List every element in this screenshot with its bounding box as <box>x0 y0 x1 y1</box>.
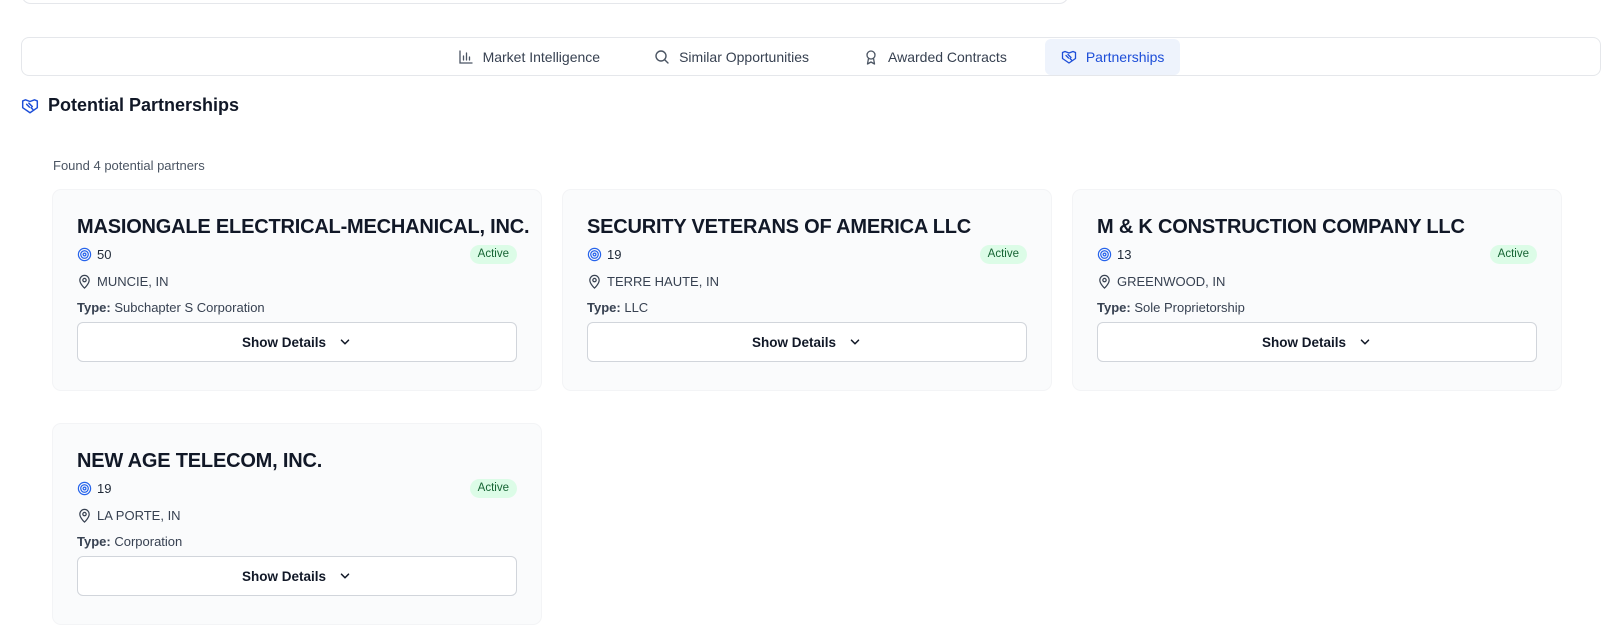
partner-card: NEW AGE TELECOM, INC. 19 Active LA PORTE… <box>53 424 541 624</box>
target-icon <box>77 247 92 261</box>
partner-name: MASIONGALE ELECTRICAL-MECHANICAL, INC. <box>77 216 530 238</box>
type-label: Type: <box>587 300 621 315</box>
map-pin-icon <box>589 274 600 289</box>
partner-type: Type: LLC <box>587 298 1027 318</box>
award-icon <box>866 49 876 65</box>
match-score: 19 <box>587 247 621 262</box>
score-value: 19 <box>97 480 112 496</box>
button-label: Show Details <box>241 334 327 350</box>
previous-panel-edge <box>21 0 1069 4</box>
show-details-button[interactable]: Show Details <box>587 322 1027 362</box>
status-badge: Active <box>1489 244 1537 264</box>
tab-label: Similar Opportunities <box>679 48 810 65</box>
type-label: Type: <box>77 300 111 315</box>
location-text: MUNCIE, IN <box>97 273 169 289</box>
target-icon <box>1097 247 1112 261</box>
tab-bar: Market Intelligence Similar Opportunitie… <box>21 37 1601 76</box>
bar-chart-icon <box>458 49 473 64</box>
results-count: Found 4 potential partners <box>53 158 205 173</box>
status-badge: Active <box>979 244 1027 264</box>
match-score: 13 <box>1097 247 1131 262</box>
location-text: LA PORTE, IN <box>97 507 181 523</box>
chevron-down-icon <box>340 573 350 579</box>
score-value: 50 <box>97 246 112 262</box>
section-header: Potential Partnerships <box>21 95 239 116</box>
button-label: Show Details <box>751 334 837 350</box>
tab-awarded-contracts[interactable]: Awarded Contracts <box>847 39 1023 75</box>
chevron-down-icon <box>850 339 860 345</box>
partner-card: MASIONGALE ELECTRICAL-MECHANICAL, INC. 5… <box>53 190 541 390</box>
location-text: TERRE HAUTE, IN <box>607 273 719 289</box>
location-text: GREENWOOD, IN <box>1117 273 1226 289</box>
partner-type: Type: Corporation <box>77 532 517 552</box>
section-title: Potential Partnerships <box>48 95 240 115</box>
status-badge: Active <box>469 244 517 264</box>
handshake-icon <box>1061 50 1076 64</box>
map-pin-icon <box>79 274 90 289</box>
partner-location: TERRE HAUTE, IN <box>587 271 1027 291</box>
map-pin-icon <box>1099 274 1110 289</box>
handshake-icon <box>21 98 39 113</box>
tab-label: Partnerships <box>1085 48 1165 65</box>
partner-location: MUNCIE, IN <box>77 271 517 291</box>
partner-type: Type: Sole Proprietorship <box>1097 298 1537 318</box>
target-icon <box>587 247 602 261</box>
partner-type: Type: Subchapter S Corporation <box>77 298 517 318</box>
button-label: Show Details <box>1261 334 1347 350</box>
partner-card: M & K CONSTRUCTION COMPANY LLC 13 Active… <box>1073 190 1561 390</box>
chevron-down-icon <box>340 339 350 345</box>
map-pin-icon <box>79 508 90 523</box>
tab-partnerships[interactable]: Partnerships <box>1044 38 1181 75</box>
partner-card: SECURITY VETERANS OF AMERICA LLC 19 Acti… <box>563 190 1051 390</box>
type-value: LLC <box>624 300 649 315</box>
button-label: Show Details <box>241 568 327 584</box>
status-badge: Active <box>469 478 517 498</box>
search-icon <box>655 49 669 64</box>
tab-market-intelligence[interactable]: Market Intelligence <box>442 39 617 75</box>
show-details-button[interactable]: Show Details <box>77 322 517 362</box>
partner-name: M & K CONSTRUCTION COMPANY LLC <box>1097 216 1465 238</box>
tab-label: Awarded Contracts <box>888 48 1007 65</box>
score-value: 13 <box>1117 246 1132 262</box>
partner-name: SECURITY VETERANS OF AMERICA LLC <box>587 216 971 238</box>
target-icon <box>77 481 92 495</box>
partner-location: LA PORTE, IN <box>77 505 517 525</box>
type-label: Type: <box>1097 300 1131 315</box>
partner-name: NEW AGE TELECOM, INC. <box>77 450 323 472</box>
type-label: Type: <box>77 534 111 549</box>
type-value: Subchapter S Corporation <box>114 300 265 315</box>
show-details-button[interactable]: Show Details <box>77 556 517 596</box>
type-value: Corporation <box>114 534 183 549</box>
show-details-button[interactable]: Show Details <box>1097 322 1537 362</box>
chevron-down-icon <box>1360 339 1370 345</box>
score-value: 19 <box>607 246 622 262</box>
tab-similar-opportunities[interactable]: Similar Opportunities <box>638 39 825 75</box>
tab-label: Market Intelligence <box>482 48 601 65</box>
type-value: Sole Proprietorship <box>1134 300 1245 315</box>
match-score: 50 <box>77 247 111 262</box>
partner-location: GREENWOOD, IN <box>1097 271 1537 291</box>
match-score: 19 <box>77 481 111 496</box>
